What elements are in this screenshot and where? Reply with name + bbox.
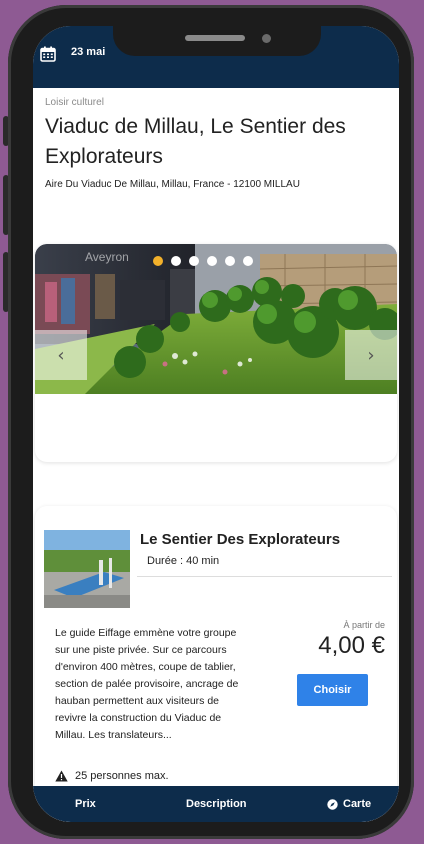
speaker-grille: [185, 35, 245, 41]
activity-category: Loisir culturel: [45, 97, 104, 108]
capacity-info: 25 personnes max.: [55, 770, 169, 782]
phone-notch: [113, 26, 321, 56]
product-duration: Durée : 40 min: [147, 555, 220, 567]
product-description: Le guide Eiffage emmène votre groupe sur…: [55, 627, 239, 741]
activity-address: Aire Du Viaduc De Millau, Millau, France…: [45, 179, 300, 190]
gallery-photo-image: [35, 244, 397, 394]
nav-carte[interactable]: Carte: [327, 798, 371, 810]
nav-prix[interactable]: Prix: [75, 798, 96, 810]
gallery-photo[interactable]: Aveyron: [35, 244, 397, 394]
title-divider: [137, 576, 392, 577]
carousel-dot-3[interactable]: [189, 256, 199, 266]
nav-prix-label: Prix: [75, 798, 96, 810]
photo-watermark: Aveyron: [85, 250, 129, 264]
bottom-nav-bar: Prix Description Carte: [33, 786, 399, 822]
carousel-dot-1[interactable]: [153, 256, 163, 266]
carousel-dots: [153, 256, 253, 266]
capacity-text: 25 personnes max.: [75, 770, 169, 782]
nav-description-label: Description: [186, 798, 247, 810]
gallery-previous-button[interactable]: ‹: [35, 330, 87, 380]
photo-gallery-card: Aveyron ‹ ›: [35, 244, 397, 462]
compass-icon: [327, 798, 338, 810]
front-camera: [262, 34, 271, 43]
page-title: Viaduc de Millau, Le Sentier des Explora…: [45, 115, 346, 168]
chevron-left-icon: ‹: [57, 344, 65, 366]
choose-button[interactable]: Choisir: [297, 674, 368, 706]
current-date[interactable]: 23 mai: [71, 46, 105, 58]
product-title: Le Sentier Des Explorateurs: [140, 531, 341, 548]
gallery-next-button[interactable]: ›: [345, 330, 397, 380]
carousel-dot-4[interactable]: [207, 256, 217, 266]
product-price: 4,00 €: [318, 632, 385, 659]
nav-carte-label: Carte: [343, 798, 372, 810]
product-card: Le Sentier Des Explorateurs Durée : 40 m…: [35, 506, 397, 822]
price-prefix: À partir de: [343, 620, 385, 630]
product-thumbnail-image: [44, 530, 130, 608]
carousel-dot-5[interactable]: [225, 256, 235, 266]
app-screen: 23 mai Loisir culturel Viaduc de Millau,…: [33, 26, 399, 822]
warning-icon: [55, 770, 68, 782]
product-thumbnail[interactable]: [44, 530, 130, 608]
carousel-dot-6[interactable]: [243, 256, 253, 266]
chevron-right-icon: ›: [367, 344, 375, 366]
calendar-icon[interactable]: [40, 46, 56, 62]
nav-description[interactable]: Description: [186, 798, 247, 810]
carousel-dot-2[interactable]: [171, 256, 181, 266]
